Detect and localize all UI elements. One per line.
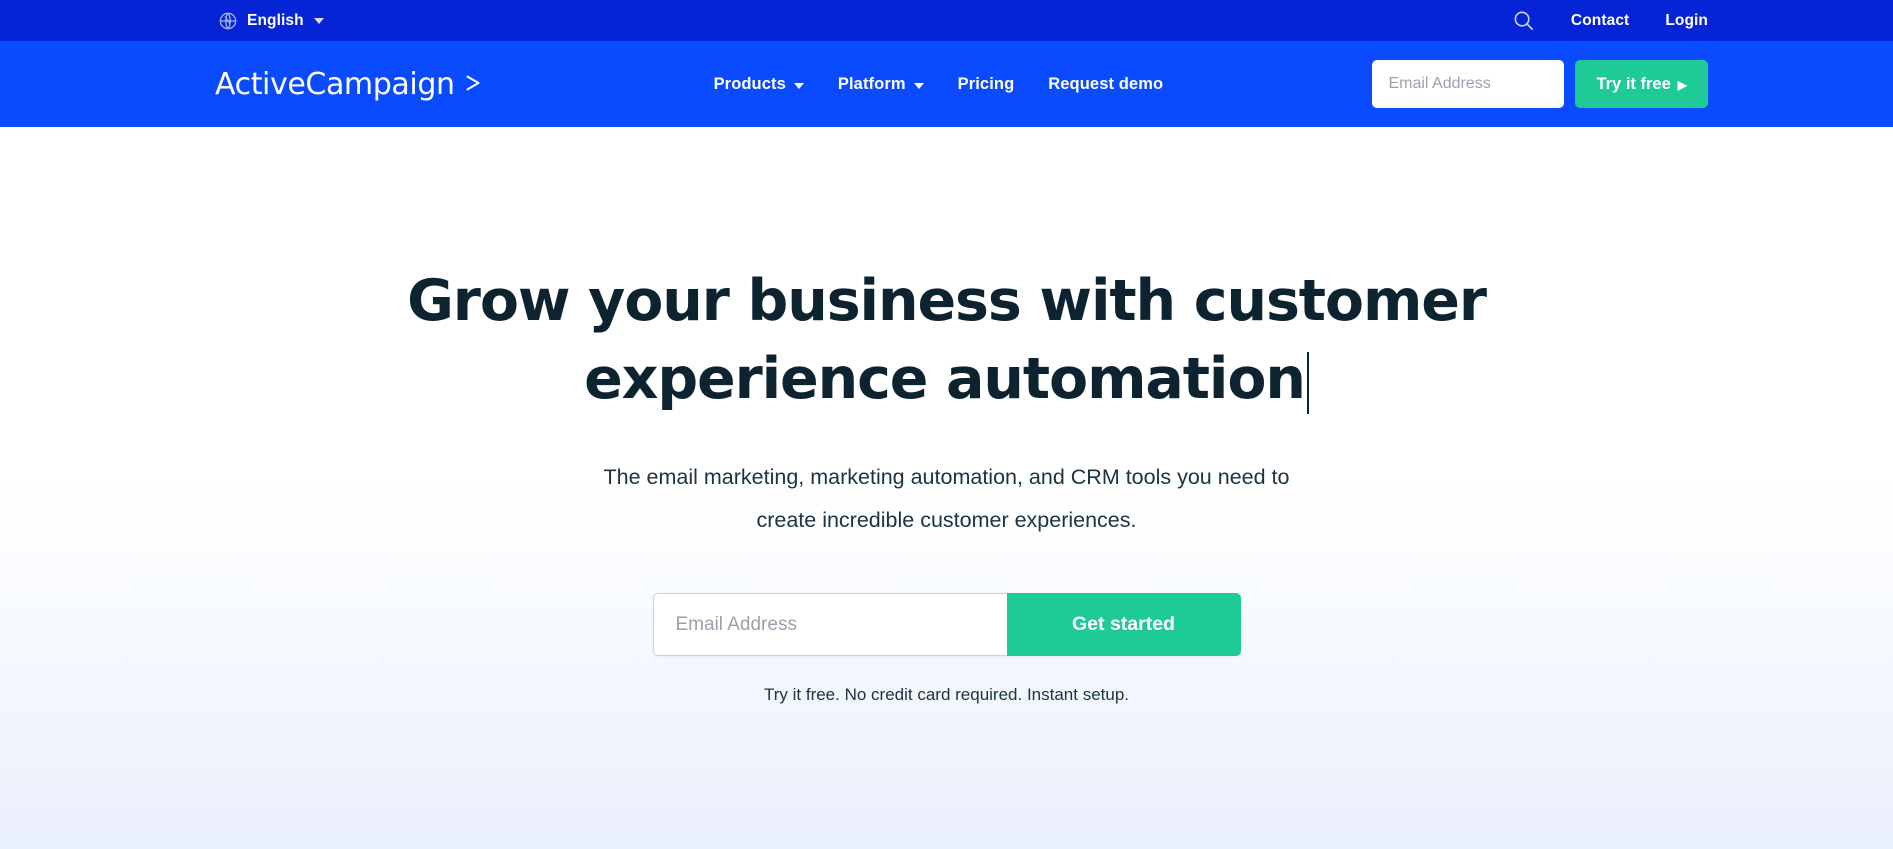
nav-item-platform-label: Platform <box>837 74 906 93</box>
brand-name: ActiveCampaign <box>215 66 455 102</box>
contact-link[interactable]: Contact <box>1571 12 1629 30</box>
activecampaign-logo[interactable]: ActiveCampaign <box>215 67 484 102</box>
hero-section: Grow your business with customer experie… <box>0 127 1893 849</box>
utility-bar-right: Contact Login <box>1512 9 1708 32</box>
chevron-down-icon <box>793 82 804 89</box>
hero-title-line-1: Grow your business with customer <box>407 268 1487 334</box>
hero-email-input[interactable] <box>652 593 1007 656</box>
hero-disclaimer: Try it free. No credit card required. In… <box>763 685 1130 704</box>
nav-cta-group: Try it free ▶ <box>1372 60 1708 108</box>
get-started-button[interactable]: Get started <box>1006 593 1241 656</box>
play-arrow-icon: ▶ <box>1677 77 1687 92</box>
language-switcher[interactable]: English <box>218 11 324 31</box>
globe-icon <box>218 11 238 31</box>
hero-subtitle-line-1: The email marketing, marketing automatio… <box>603 465 1290 489</box>
try-it-free-button[interactable]: Try it free ▶ <box>1575 60 1708 108</box>
nav-item-request-demo[interactable]: Request demo <box>1048 75 1163 94</box>
hero-subtitle-line-2: create incredible customer experiences. <box>756 508 1137 532</box>
nav-item-pricing[interactable]: Pricing <box>958 75 1015 94</box>
hero-subtitle: The email marketing, marketing automatio… <box>604 456 1290 542</box>
nav-item-pricing-label: Pricing <box>957 74 1015 93</box>
hero-signup-form: Get started <box>652 593 1241 656</box>
nav-item-products-label: Products <box>713 74 786 93</box>
nav-links: Products Platform Pricing Request demo <box>714 75 1164 94</box>
hero-title-line-2: experience automation <box>584 346 1306 412</box>
nav-item-products[interactable]: Products <box>714 75 804 94</box>
try-it-free-label: Try it free <box>1596 74 1671 93</box>
chevron-down-icon <box>913 82 924 89</box>
login-link[interactable]: Login <box>1665 12 1708 30</box>
main-navigation-bar: ActiveCampaign Products Platform Pricing… <box>0 41 1893 127</box>
nav-item-platform[interactable]: Platform <box>838 75 924 94</box>
page-title: Grow your business with customer experie… <box>407 262 1487 418</box>
language-label: English <box>247 11 304 29</box>
search-icon[interactable] <box>1512 9 1535 32</box>
nav-email-input[interactable] <box>1372 60 1565 108</box>
chevron-right-mark-icon <box>462 72 484 94</box>
chevron-down-icon <box>313 17 324 24</box>
utility-bar: English Contact Login <box>0 0 1893 41</box>
nav-item-request-demo-label: Request demo <box>1048 74 1164 93</box>
typing-caret <box>1306 352 1309 414</box>
